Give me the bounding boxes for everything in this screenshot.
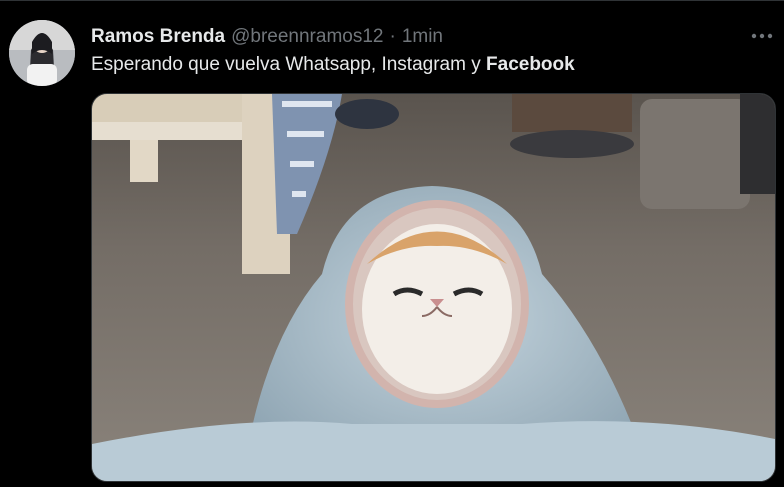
more-options-icon [751,33,773,39]
more-options-button[interactable] [744,22,780,50]
profile-avatar-image [9,20,75,86]
divider [0,0,784,1]
header-separator: · [389,26,396,47]
tweet-header: Ramos Brenda @breennramos12 · 1min [91,25,443,49]
tweet-text-plain: Esperando que vuelva Whatsapp, Instagram… [91,54,487,75]
tweet-media-photo[interactable] [91,93,776,482]
tweet[interactable]: Ramos Brenda @breennramos12 · 1min Esper… [0,0,784,487]
author-handle[interactable]: @breennramos12 [231,26,383,48]
tweet-text: Esperando que vuelva Whatsapp, Instagram… [91,54,575,76]
author-display-name[interactable]: Ramos Brenda [91,26,225,48]
tweet-text-bold: Facebook [486,54,575,75]
tweet-timestamp[interactable]: 1min [402,26,443,48]
cat-photo [92,94,775,481]
avatar[interactable] [9,20,75,86]
